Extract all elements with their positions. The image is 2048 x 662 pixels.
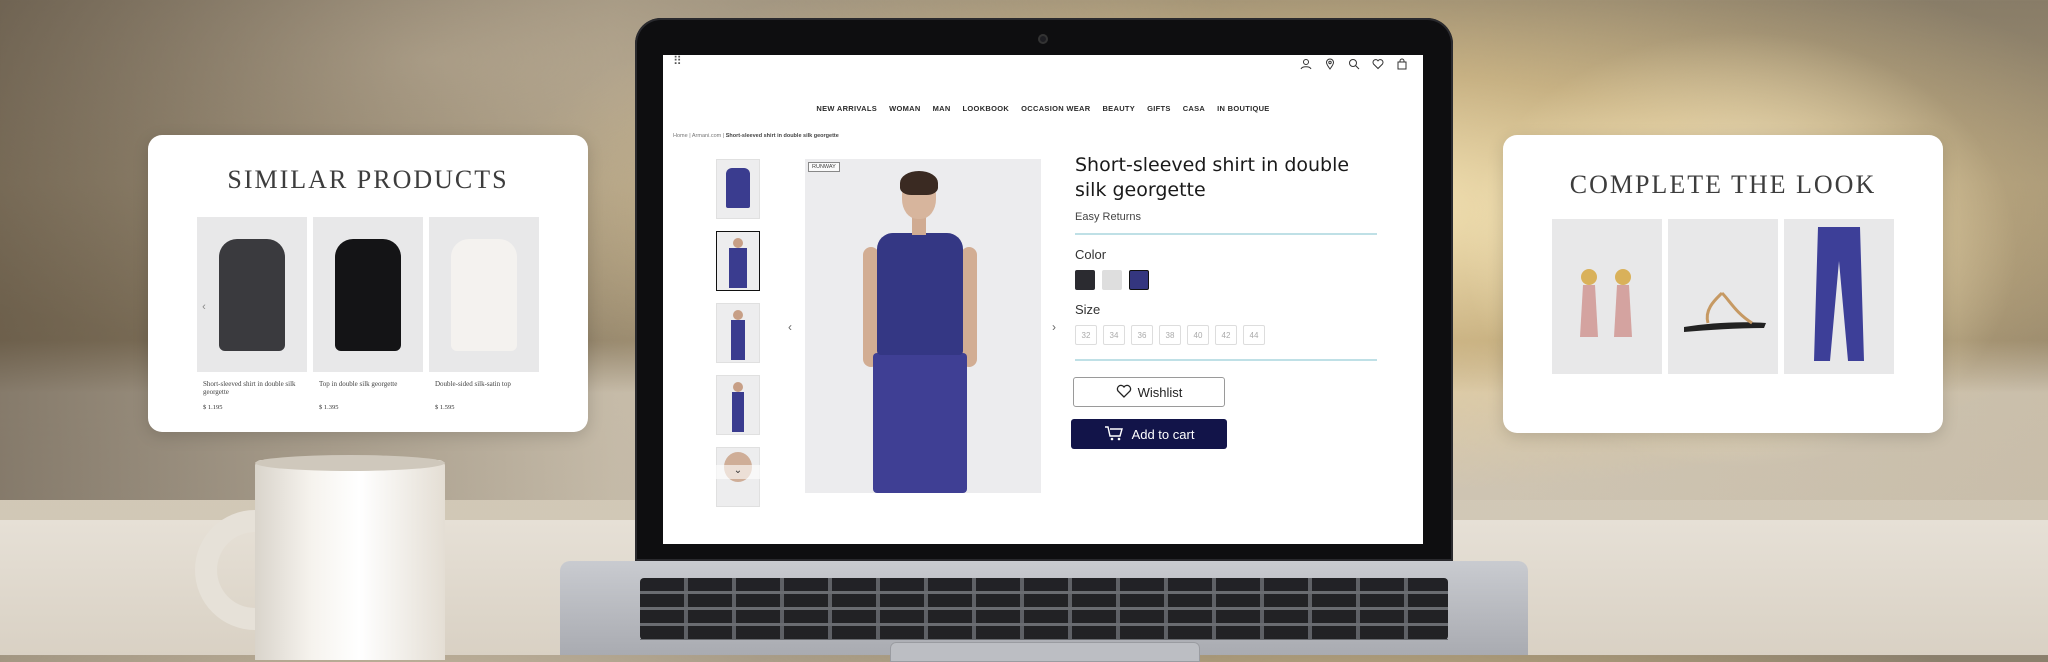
- model-hair: [900, 171, 938, 195]
- size-option[interactable]: 42: [1215, 325, 1237, 345]
- add-to-cart-button[interactable]: Add to cart: [1071, 419, 1227, 449]
- shirt-shape: [219, 239, 285, 351]
- camera-icon: [1038, 34, 1048, 44]
- mug-rim: [255, 455, 445, 471]
- header-icons: [1299, 58, 1409, 72]
- nav-gifts[interactable]: GIFTS: [1147, 104, 1171, 113]
- runway-badge: RUNWAY: [808, 162, 840, 172]
- nav-casa[interactable]: CASA: [1183, 104, 1205, 113]
- similar-product-item[interactable]: Top in double silk georgette $ 1.395: [313, 217, 423, 411]
- similar-product-image: [429, 217, 539, 372]
- color-swatch-white[interactable]: [1102, 270, 1122, 290]
- similar-products-title: SIMILAR PRODUCTS: [227, 165, 509, 194]
- shirt-shape: [335, 239, 401, 351]
- color-swatch-black[interactable]: [1075, 270, 1095, 290]
- trackpad: [890, 642, 1200, 662]
- breadcrumb-home[interactable]: Home: [673, 133, 688, 139]
- sandal-icon: [1684, 291, 1766, 332]
- color-swatch-blue[interactable]: [1129, 270, 1149, 290]
- look-item-trousers[interactable]: [1784, 219, 1894, 374]
- nav-occasion-wear[interactable]: OCCASION WEAR: [1021, 104, 1090, 113]
- nav-lookbook[interactable]: LOOKBOOK: [963, 104, 1010, 113]
- thumbnail[interactable]: [716, 375, 760, 435]
- trousers-icon: [1814, 227, 1864, 361]
- look-item-earrings[interactable]: [1552, 219, 1662, 374]
- size-label: Size: [1075, 302, 1101, 317]
- similar-products-card: SIMILAR PRODUCTS ‹ Short-sleeved shirt i…: [148, 135, 588, 432]
- similar-product-price: $ 1.195: [203, 404, 223, 411]
- similar-products-row: ‹ Short-sleeved shirt in double silk geo…: [197, 217, 539, 411]
- wishlist-label: Wishlist: [1137, 384, 1183, 400]
- similar-product-name: Double-sided silk-satin top: [435, 380, 511, 388]
- cart-icon: [1104, 425, 1124, 444]
- laptop-screen: ⠿ NEW ARRIVALS WOMAN MAN LOOKBOOK OCCASI…: [663, 55, 1423, 544]
- coffee-mug: [255, 460, 445, 660]
- similar-product-item[interactable]: Double-sided silk-satin top $ 1.595: [429, 217, 539, 411]
- nav-new-arrivals[interactable]: NEW ARRIVALS: [816, 104, 877, 113]
- wishlist-button[interactable]: Wishlist: [1073, 377, 1225, 407]
- model-trousers: [873, 353, 967, 493]
- similar-product-image: [313, 217, 423, 372]
- thumbnail-active[interactable]: [716, 231, 760, 291]
- size-option[interactable]: 34: [1103, 325, 1125, 345]
- easy-returns-link[interactable]: Easy Returns: [1075, 211, 1375, 223]
- prev-image-arrow[interactable]: ‹: [788, 320, 792, 334]
- breadcrumb-current: Short-sleeved shirt in double silk georg…: [725, 133, 839, 139]
- main-product-image: RUNWAY: [805, 159, 1041, 493]
- add-to-cart-label: Add to cart: [1131, 426, 1195, 442]
- heart-icon: [1116, 384, 1132, 401]
- divider: [1075, 233, 1377, 235]
- color-label: Color: [1075, 247, 1107, 262]
- breadcrumb-separator: |: [722, 133, 725, 139]
- similar-product-name: Top in double silk georgette: [319, 380, 398, 388]
- nav-in-boutique[interactable]: IN BOUTIQUE: [1217, 104, 1269, 113]
- product-info: Short-sleeved shirt in double silk georg…: [1071, 153, 1377, 449]
- size-option[interactable]: 32: [1075, 325, 1097, 345]
- size-option[interactable]: 36: [1131, 325, 1153, 345]
- look-items-row: [1552, 219, 1894, 374]
- similar-product-item[interactable]: ‹ Short-sleeved shirt in double silk geo…: [197, 217, 307, 411]
- similar-product-name: Short-sleeved shirt in double silk georg…: [203, 380, 296, 396]
- bag-icon[interactable]: [1395, 58, 1409, 72]
- similar-product-image: ‹: [197, 217, 307, 372]
- carousel-prev-icon[interactable]: ‹: [197, 301, 211, 319]
- breadcrumb-brand[interactable]: Armani.com: [692, 133, 721, 139]
- main-nav: NEW ARRIVALS WOMAN MAN LOOKBOOK OCCASION…: [663, 104, 1423, 113]
- complete-the-look-card: COMPLETE THE LOOK: [1503, 135, 1943, 433]
- user-icon[interactable]: [1299, 58, 1313, 72]
- wishlist-icon[interactable]: [1371, 58, 1385, 72]
- thumbnail[interactable]: [716, 303, 760, 363]
- product-title: Short-sleeved shirt in double silk georg…: [1075, 154, 1350, 201]
- apps-grid-icon[interactable]: ⠿: [673, 55, 687, 73]
- complete-the-look-title: COMPLETE THE LOOK: [1569, 170, 1877, 199]
- divider: [1075, 359, 1377, 361]
- thumbnail[interactable]: [716, 159, 760, 219]
- color-swatches: [1075, 270, 1375, 290]
- breadcrumb-separator: |: [689, 133, 691, 139]
- breadcrumb: Home | Armani.com | Short-sleeved shirt …: [673, 133, 839, 139]
- size-options: 32 34 36 38 40 42 44: [1075, 325, 1375, 345]
- location-icon[interactable]: [1323, 58, 1337, 72]
- search-icon[interactable]: [1347, 58, 1361, 72]
- earrings-icon: [1580, 269, 1632, 337]
- next-image-arrow[interactable]: ›: [1052, 320, 1056, 334]
- look-item-sandals[interactable]: [1668, 219, 1778, 374]
- nav-woman[interactable]: WOMAN: [889, 104, 921, 113]
- similar-product-price: $ 1.395: [319, 404, 339, 411]
- size-option[interactable]: 38: [1159, 325, 1181, 345]
- nav-beauty[interactable]: BEAUTY: [1102, 104, 1135, 113]
- size-option[interactable]: 40: [1187, 325, 1209, 345]
- shirt-shape: [451, 239, 517, 351]
- nav-man[interactable]: MAN: [933, 104, 951, 113]
- model-shirt: [877, 233, 963, 355]
- thumbnails-scroll-down-icon[interactable]: ⌄: [716, 465, 760, 479]
- model-arm: [961, 247, 977, 367]
- keyboard-rows: [640, 578, 1448, 640]
- similar-product-price: $ 1.595: [435, 404, 455, 411]
- size-option[interactable]: 44: [1243, 325, 1265, 345]
